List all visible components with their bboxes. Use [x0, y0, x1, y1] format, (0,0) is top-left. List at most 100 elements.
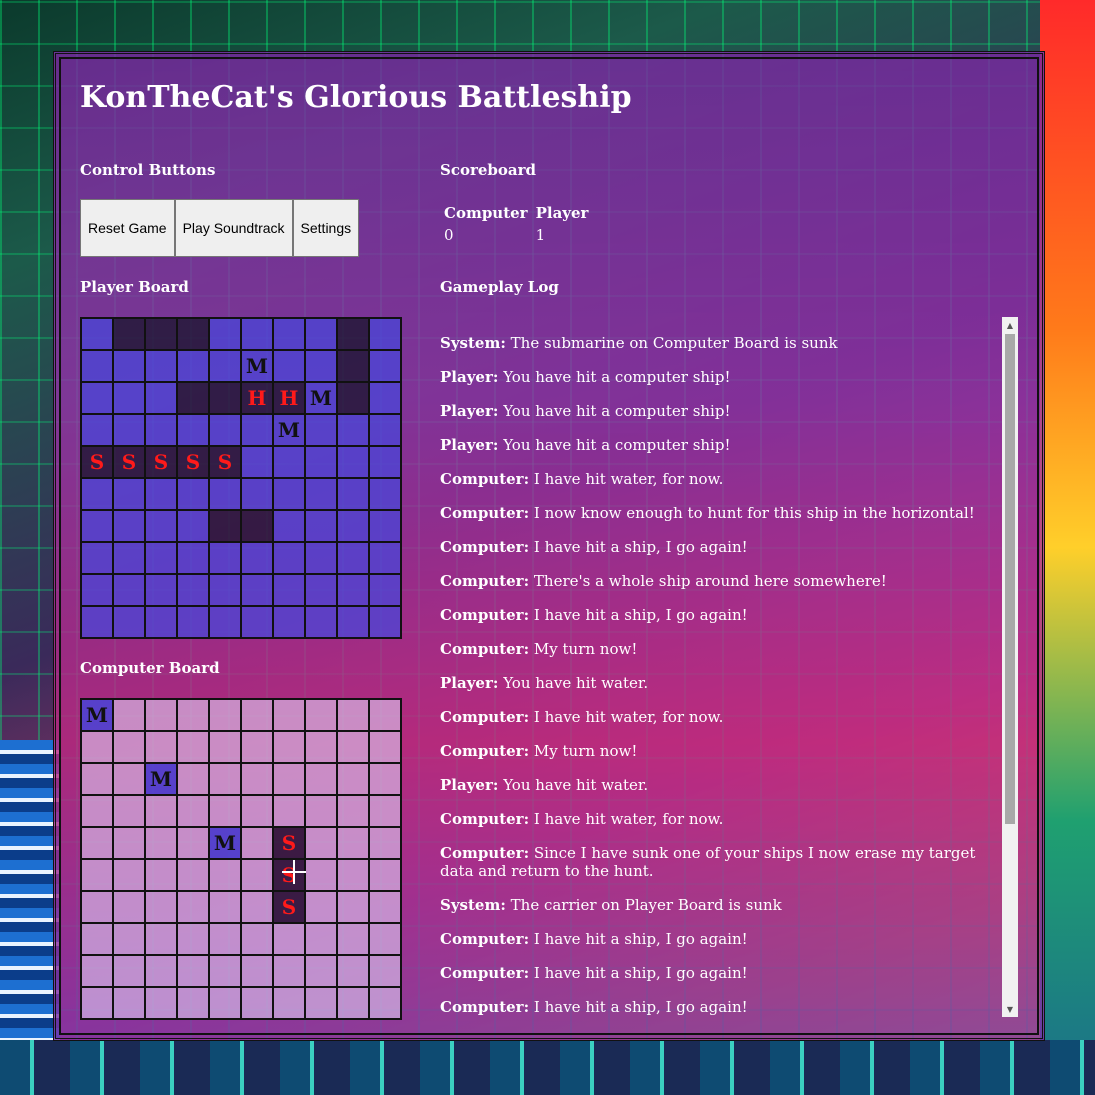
computer-board-cell[interactable]: [81, 795, 113, 827]
computer-board-cell[interactable]: [113, 955, 145, 987]
computer-board-cell[interactable]: [177, 795, 209, 827]
computer-board-cell[interactable]: [81, 763, 113, 795]
computer-board-cell[interactable]: [369, 763, 401, 795]
computer-board-cell[interactable]: S: [273, 827, 305, 859]
computer-board-cell[interactable]: [209, 731, 241, 763]
computer-board-cell[interactable]: [145, 859, 177, 891]
computer-board-cell[interactable]: [273, 795, 305, 827]
settings-button[interactable]: Settings: [292, 199, 360, 257]
computer-board-cell[interactable]: M: [209, 827, 241, 859]
computer-board-cell[interactable]: [113, 795, 145, 827]
computer-board-cell[interactable]: [305, 923, 337, 955]
computer-board-cell[interactable]: [369, 955, 401, 987]
computer-board-cell[interactable]: [369, 795, 401, 827]
computer-board-cell[interactable]: [241, 731, 273, 763]
computer-board-cell[interactable]: [241, 955, 273, 987]
computer-board-cell[interactable]: [305, 891, 337, 923]
computer-board-cell[interactable]: [305, 763, 337, 795]
computer-board-cell[interactable]: [273, 955, 305, 987]
computer-board-cell[interactable]: [113, 987, 145, 1019]
computer-board-cell[interactable]: [305, 987, 337, 1019]
computer-board-cell[interactable]: [369, 827, 401, 859]
computer-board-cell[interactable]: [177, 955, 209, 987]
computer-board-cell[interactable]: [145, 699, 177, 731]
computer-board-cell[interactable]: [305, 859, 337, 891]
computer-board-cell[interactable]: M: [145, 763, 177, 795]
computer-board-cell[interactable]: [113, 731, 145, 763]
scroll-down-icon[interactable]: ▼: [1002, 1001, 1018, 1017]
computer-board-cell[interactable]: [209, 987, 241, 1019]
computer-board-cell[interactable]: [369, 987, 401, 1019]
computer-board-cell[interactable]: [113, 923, 145, 955]
computer-board-cell[interactable]: [177, 699, 209, 731]
computer-board-cell[interactable]: [145, 827, 177, 859]
computer-board-cell[interactable]: [241, 987, 273, 1019]
computer-board-cell[interactable]: [209, 699, 241, 731]
computer-board-cell[interactable]: [113, 859, 145, 891]
computer-board-cell[interactable]: [273, 923, 305, 955]
computer-board-cell[interactable]: [145, 731, 177, 763]
computer-board-cell[interactable]: [177, 987, 209, 1019]
computer-board-cell[interactable]: [305, 827, 337, 859]
computer-board-cell[interactable]: [177, 891, 209, 923]
computer-board-cell[interactable]: [337, 795, 369, 827]
log-scrollbar[interactable]: ▲ ▼: [1002, 317, 1018, 1017]
computer-board-cell[interactable]: [177, 827, 209, 859]
computer-board-cell[interactable]: [273, 731, 305, 763]
computer-board-cell[interactable]: [209, 923, 241, 955]
computer-board-cell[interactable]: [177, 923, 209, 955]
computer-board-cell[interactable]: [81, 859, 113, 891]
computer-board-cell[interactable]: [305, 699, 337, 731]
computer-board-cell[interactable]: [273, 763, 305, 795]
computer-board-cell[interactable]: [241, 699, 273, 731]
computer-board-cell[interactable]: [369, 699, 401, 731]
computer-board-cell[interactable]: [337, 763, 369, 795]
computer-board-cell[interactable]: [337, 731, 369, 763]
computer-board-cell[interactable]: [337, 859, 369, 891]
computer-board-cell[interactable]: [145, 987, 177, 1019]
computer-board-cell[interactable]: [369, 731, 401, 763]
computer-board-cell[interactable]: [209, 859, 241, 891]
computer-board-cell[interactable]: [369, 923, 401, 955]
computer-board-cell[interactable]: [209, 795, 241, 827]
computer-board-cell[interactable]: [81, 827, 113, 859]
computer-board-cell[interactable]: [177, 859, 209, 891]
computer-board-cell[interactable]: [337, 699, 369, 731]
computer-board-cell[interactable]: [177, 763, 209, 795]
scroll-up-icon[interactable]: ▲: [1002, 317, 1018, 333]
computer-board-cell[interactable]: [305, 955, 337, 987]
computer-board-cell[interactable]: [337, 987, 369, 1019]
computer-board-cell[interactable]: [337, 923, 369, 955]
computer-board-cell[interactable]: [209, 955, 241, 987]
computer-board-cell[interactable]: [145, 923, 177, 955]
computer-board-cell[interactable]: S: [273, 891, 305, 923]
computer-board-cell[interactable]: [241, 859, 273, 891]
computer-board-cell[interactable]: M: [81, 699, 113, 731]
gameplay-log[interactable]: System: The submarine on Computer Board …: [440, 317, 1018, 1017]
computer-board-cell[interactable]: [305, 731, 337, 763]
computer-board-cell[interactable]: [177, 731, 209, 763]
computer-board-cell[interactable]: [369, 891, 401, 923]
scroll-thumb[interactable]: [1005, 334, 1015, 824]
computer-board-cell[interactable]: [337, 891, 369, 923]
computer-board-cell[interactable]: [113, 699, 145, 731]
computer-board-cell[interactable]: [241, 795, 273, 827]
computer-board-cell[interactable]: [81, 891, 113, 923]
computer-board-cell[interactable]: [81, 731, 113, 763]
computer-board-cell[interactable]: [241, 891, 273, 923]
computer-board-cell[interactable]: [113, 891, 145, 923]
computer-board-cell[interactable]: [81, 923, 113, 955]
computer-board-cell[interactable]: [81, 955, 113, 987]
computer-board-cell[interactable]: [241, 923, 273, 955]
computer-board-cell[interactable]: [337, 955, 369, 987]
computer-board-cell[interactable]: [81, 987, 113, 1019]
computer-board-cell[interactable]: [241, 763, 273, 795]
computer-board-cell[interactable]: [305, 795, 337, 827]
reset-game-button[interactable]: Reset Game: [80, 199, 175, 257]
computer-board-cell[interactable]: [337, 827, 369, 859]
computer-board-cell[interactable]: [369, 859, 401, 891]
computer-board-cell[interactable]: [113, 827, 145, 859]
computer-board-cell[interactable]: [145, 955, 177, 987]
computer-board-cell[interactable]: [273, 987, 305, 1019]
computer-board-cell[interactable]: [241, 827, 273, 859]
